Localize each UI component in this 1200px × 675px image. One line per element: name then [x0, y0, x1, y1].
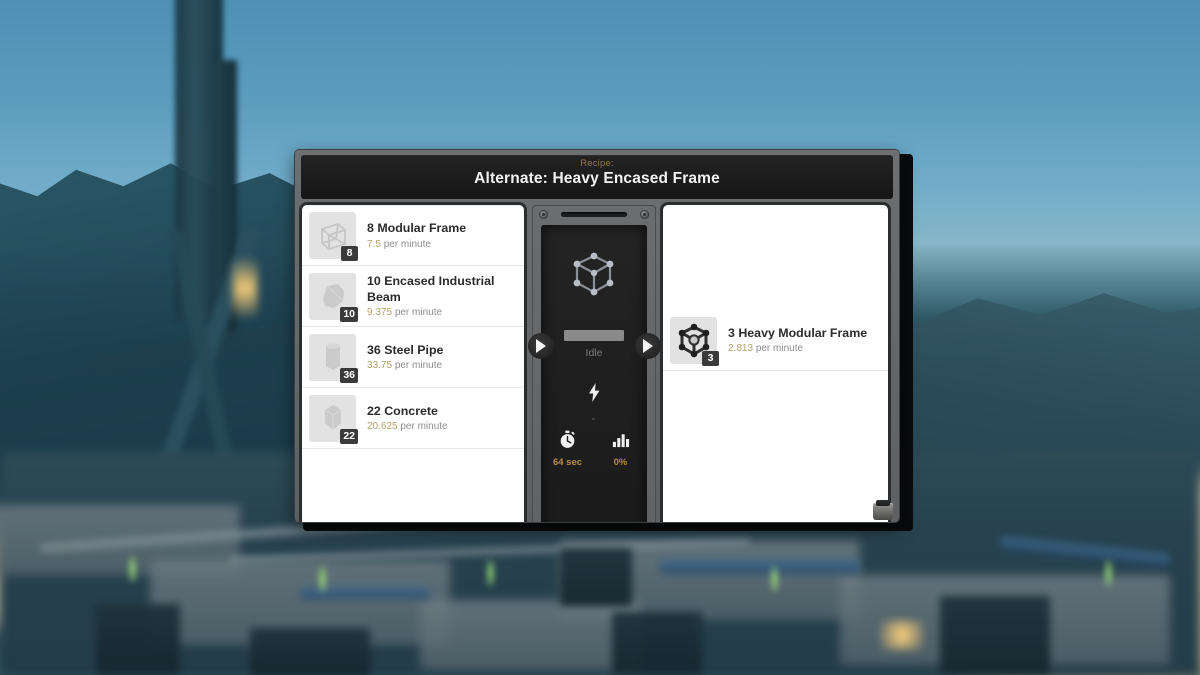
- stat-efficiency: 0%: [603, 430, 639, 468]
- item-rate-value: 2.813: [728, 343, 754, 355]
- item-text: 8 Modular Frame 7.5 per minute: [367, 221, 466, 250]
- encased-industrial-beam-icon: 10: [309, 272, 358, 322]
- indicator-light: [770, 566, 779, 592]
- item-name: 10 Encased Industrial Beam: [367, 273, 495, 304]
- item-rate-value: 20.625: [367, 421, 398, 433]
- machine-screen: Idle - 64 sec 0%: [541, 225, 647, 522]
- power-bolt-icon: [541, 383, 647, 407]
- item-count-badge: 22: [340, 428, 358, 444]
- item-name: 36 Steel Pipe: [367, 342, 444, 357]
- item-rate-value: 9.375: [367, 307, 393, 319]
- item-rate-unit: per minute: [383, 238, 431, 250]
- concrete-icon: 22: [309, 394, 358, 444]
- power-consumption-value: -: [591, 413, 597, 425]
- bolt-fixture-icon: [873, 500, 893, 520]
- item-name: 8 Modular Frame: [367, 221, 467, 236]
- indicator-light: [1104, 560, 1113, 586]
- item-rate: 20.625 per minute: [367, 421, 448, 432]
- item-rate-unit: per minute: [394, 360, 443, 372]
- work-lamp: [232, 258, 258, 318]
- heavy-modular-frame-icon: 3: [670, 316, 719, 366]
- item-text: 22 Concrete 20.625 per minute: [367, 404, 448, 433]
- work-lamp: [880, 620, 924, 650]
- play-right-icon: [643, 339, 653, 353]
- screw-icon: [640, 210, 649, 219]
- item-count-badge: 8: [341, 246, 358, 261]
- list-item[interactable]: 22 22 Concrete 20.625 per minute: [302, 388, 524, 449]
- item-rate-unit: per minute: [400, 421, 448, 433]
- item-name: 3 Heavy Modular Frame: [728, 325, 868, 340]
- recipe-header: Recipe: Alternate: Heavy Encased Frame: [301, 155, 893, 199]
- background-machine: [612, 612, 702, 674]
- screw-icon: [539, 210, 548, 219]
- item-rate: 2.813 per minute: [728, 343, 867, 354]
- output-items-panel: 3 3 Heavy Modular Frame 2.813 per minute: [663, 205, 888, 522]
- background-machine: [560, 548, 632, 606]
- item-rate: 9.375 per minute: [367, 307, 517, 318]
- play-right-icon: [536, 339, 546, 353]
- item-rate-unit: per minute: [394, 307, 443, 319]
- machine-recipe-window: Recipe: Alternate: Heavy Encased Frame 8: [295, 150, 913, 531]
- item-text: 36 Steel Pipe 33.75 per minute: [367, 343, 443, 372]
- item-text: 3 Heavy Modular Frame 2.813 per minute: [728, 326, 867, 355]
- item-count-badge: 36: [340, 367, 358, 383]
- item-count-badge: 3: [702, 350, 719, 366]
- stat-cycle-time: 64 sec: [550, 430, 586, 468]
- stat-efficiency-value: 0%: [613, 457, 628, 468]
- indicator-light: [318, 566, 327, 592]
- modular-frame-icon: 8: [309, 212, 358, 261]
- heavy-modular-frame-preview-icon: [541, 243, 647, 310]
- status-badge: Idle: [585, 347, 603, 359]
- item-rate-value: 33.75: [367, 360, 393, 372]
- platform-slab: [420, 600, 640, 670]
- machine-stats: 64 sec 0%: [541, 430, 647, 468]
- machine-status-panel: Idle - 64 sec 0%: [527, 205, 661, 522]
- stopwatch-icon: [560, 430, 575, 448]
- background-machine: [96, 604, 180, 674]
- indicator-light: [128, 556, 137, 582]
- progress-bar: [564, 330, 624, 341]
- background-machine: [250, 628, 370, 675]
- prev-recipe-button[interactable]: [527, 332, 554, 360]
- bar-chart-icon: [612, 434, 630, 448]
- item-rate: 7.5 per minute: [367, 239, 466, 250]
- steel-pipe-icon: 36: [309, 333, 358, 383]
- output-spacer-top: [663, 205, 888, 310]
- next-recipe-button[interactable]: [634, 332, 661, 360]
- vent-slot: [561, 212, 627, 217]
- list-item[interactable]: 10 10 Encased Industrial Beam 9.375 per …: [302, 266, 524, 327]
- item-count-badge: 10: [340, 306, 358, 322]
- background-rig-structure: [95, 230, 310, 460]
- item-rate: 33.75 per minute: [367, 360, 443, 371]
- pipe-segment: [660, 560, 860, 574]
- indicator-light: [486, 560, 495, 586]
- background-machine: [940, 596, 1050, 674]
- item-rate-unit: per minute: [755, 343, 804, 355]
- input-items-panel: 8 8 Modular Frame 7.5 per minute 10 10 E…: [302, 205, 524, 522]
- page-title: Alternate: Heavy Encased Frame: [474, 170, 720, 187]
- item-rate-value: 7.5: [367, 238, 381, 250]
- list-item[interactable]: 3 3 Heavy Modular Frame 2.813 per minute: [663, 310, 888, 371]
- stat-cycle-time-value: 64 sec: [552, 457, 583, 468]
- recipe-label: Recipe:: [580, 158, 614, 169]
- item-text: 10 Encased Industrial Beam 9.375 per min…: [367, 274, 517, 319]
- list-item[interactable]: 8 8 Modular Frame 7.5 per minute: [302, 205, 524, 266]
- list-item[interactable]: 36 36 Steel Pipe 33.75 per minute: [302, 327, 524, 388]
- item-name: 22 Concrete: [367, 403, 438, 418]
- window-body: Recipe: Alternate: Heavy Encased Frame 8: [295, 150, 899, 522]
